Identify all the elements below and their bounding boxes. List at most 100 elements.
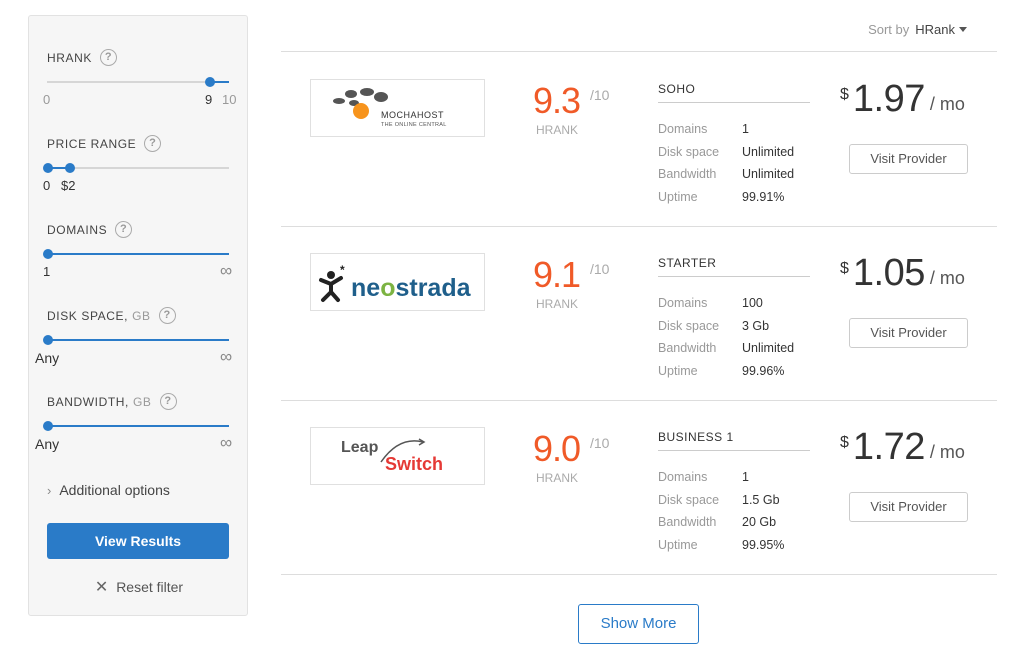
price-amount: 1.97 bbox=[852, 78, 925, 120]
plan-name: STARTER bbox=[658, 256, 810, 277]
hrank-min-label: 0 bbox=[43, 92, 51, 107]
filter-hrank: HRANK ? 0 9 10 bbox=[29, 49, 249, 129]
leapswitch-logo-word2: Switch bbox=[385, 454, 443, 474]
hrank-slider[interactable] bbox=[47, 77, 229, 87]
provider-row: MOCHAHOST THE ONLINE CENTRAL 9.3 /10 HRA… bbox=[281, 52, 997, 226]
leapswitch-logo-icon: Leap Switch bbox=[341, 438, 443, 474]
price-slider[interactable] bbox=[43, 163, 229, 173]
spec-label-domains: Domains bbox=[658, 122, 708, 136]
reset-filter-label: Reset filter bbox=[116, 579, 184, 595]
provider-logo-mochahost[interactable]: MOCHAHOST THE ONLINE CENTRAL bbox=[310, 79, 485, 137]
view-results-button[interactable]: View Results bbox=[47, 523, 229, 559]
price: $ 1.72 / mo bbox=[840, 426, 965, 469]
bandwidth-slider[interactable] bbox=[43, 421, 229, 431]
neostrada-logo-text: neostrada bbox=[351, 274, 472, 302]
close-icon: ✕ bbox=[94, 579, 109, 596]
price-currency: $ bbox=[840, 86, 849, 103]
spec-value-bandwidth: 20 Gb bbox=[742, 515, 777, 529]
hrank-score: 9.3 bbox=[533, 80, 581, 121]
hrank-slider-handle[interactable] bbox=[205, 77, 215, 87]
filter-price-label: PRICE RANGE bbox=[47, 136, 137, 151]
filter-bandwidth: BANDWIDTH, GB ? Any ∞ bbox=[29, 393, 249, 473]
price-period: / mo bbox=[929, 268, 965, 288]
price-currency: $ bbox=[840, 434, 849, 451]
filter-hrank-title: HRANK ? bbox=[47, 49, 118, 66]
visit-provider-button[interactable]: Visit Provider bbox=[849, 144, 968, 174]
filter-price-range: PRICE RANGE ? 0 $2 bbox=[29, 135, 249, 215]
spec-label-bandwidth: Bandwidth bbox=[658, 515, 717, 529]
visit-provider-button[interactable]: Visit Provider bbox=[849, 492, 968, 522]
help-icon[interactable]: ? bbox=[158, 307, 176, 324]
disk-space-slider[interactable] bbox=[43, 335, 229, 345]
show-more-button[interactable]: Show More bbox=[578, 604, 699, 644]
domains-slider-fill bbox=[47, 253, 229, 255]
spec-value-domains: 1 bbox=[742, 122, 749, 136]
sort-dropdown[interactable]: Sort by HRank bbox=[868, 22, 967, 37]
reset-filter-link[interactable]: ✕ Reset filter bbox=[29, 577, 249, 597]
domains-slider-handle[interactable] bbox=[43, 249, 53, 259]
bandwidth-slider-handle[interactable] bbox=[43, 421, 53, 431]
plan-name: SOHO bbox=[658, 82, 810, 103]
spec-value-disk-space: 1.5 Gb bbox=[742, 493, 780, 507]
price-amount: 1.72 bbox=[852, 426, 925, 468]
spec-label-bandwidth: Bandwidth bbox=[658, 167, 717, 181]
help-icon[interactable]: ? bbox=[115, 221, 133, 238]
price-slider-low-handle[interactable] bbox=[43, 163, 53, 173]
sort-label: Sort by bbox=[868, 22, 910, 37]
filter-domains-label: DOMAINS bbox=[47, 222, 108, 237]
bandwidth-slider-fill bbox=[47, 425, 229, 427]
price-high-label: $2 bbox=[61, 178, 76, 193]
infinity-icon: ∞ bbox=[220, 347, 233, 366]
domains-value-label: 1 bbox=[43, 264, 51, 279]
additional-options-toggle[interactable]: › Additional options bbox=[47, 482, 170, 498]
hrank-score: 9.0 bbox=[533, 428, 581, 469]
bandwidth-value-label: Any bbox=[35, 436, 60, 452]
spec-value-bandwidth: Unlimited bbox=[742, 167, 795, 181]
visit-provider-button[interactable]: Visit Provider bbox=[849, 318, 968, 348]
filter-disk-title: DISK SPACE, GB ? bbox=[47, 307, 176, 324]
hrank-max: /10 bbox=[590, 87, 610, 103]
filter-hrank-label: HRANK bbox=[47, 50, 93, 65]
help-icon[interactable]: ? bbox=[144, 135, 162, 152]
provider-row: Leap Switch 9.0 /10 HRANK BUSINESS 1 Dom… bbox=[281, 400, 997, 574]
filter-disk-unit: GB bbox=[132, 308, 151, 323]
price: $ 1.97 / mo bbox=[840, 78, 965, 121]
spec-value-domains: 100 bbox=[742, 296, 763, 310]
hrank-max-label: 10 bbox=[222, 92, 237, 107]
provider-row: * neostrada 9.1 /10 HRANK STARTER Domain… bbox=[281, 226, 997, 400]
spec-label-disk-space: Disk space bbox=[658, 145, 720, 159]
filter-disk-space: DISK SPACE, GB ? Any ∞ bbox=[29, 307, 249, 387]
provider-logo-neostrada[interactable]: * neostrada bbox=[310, 253, 485, 311]
hrank-score: 9.1 bbox=[533, 254, 581, 295]
spec-label-domains: Domains bbox=[658, 296, 708, 310]
spec-label-disk-space: Disk space bbox=[658, 493, 720, 507]
additional-options-label: Additional options bbox=[59, 482, 170, 498]
filter-bandwidth-title: BANDWIDTH, GB ? bbox=[47, 393, 177, 410]
hrank-label: HRANK bbox=[536, 471, 579, 485]
neostrada-logo-icon: * neostrada bbox=[319, 263, 472, 302]
mochahost-logo-tagline: THE ONLINE CENTRAL bbox=[381, 122, 447, 128]
help-icon[interactable]: ? bbox=[159, 393, 177, 410]
spec-value-disk-space: 3 Gb bbox=[742, 319, 770, 333]
leapswitch-logo-word1: Leap bbox=[341, 439, 379, 456]
domains-slider[interactable] bbox=[43, 249, 229, 259]
disk-space-slider-handle[interactable] bbox=[43, 335, 53, 345]
disk-space-value-label: Any bbox=[35, 350, 60, 366]
help-icon[interactable]: ? bbox=[100, 49, 118, 66]
hrank-label: HRANK bbox=[536, 297, 579, 311]
provider-logo-leapswitch[interactable]: Leap Switch bbox=[310, 427, 485, 485]
spec-value-uptime: 99.96% bbox=[742, 364, 785, 378]
price: $ 1.05 / mo bbox=[840, 252, 965, 295]
hrank-max: /10 bbox=[590, 261, 610, 277]
spec-label-uptime: Uptime bbox=[658, 538, 698, 552]
spec-value-disk-space: Unlimited bbox=[742, 145, 795, 159]
price-slider-high-handle[interactable] bbox=[65, 163, 75, 173]
infinity-icon: ∞ bbox=[220, 433, 233, 452]
hrank-label: HRANK bbox=[536, 123, 579, 137]
infinity-icon: ∞ bbox=[220, 261, 233, 280]
spec-value-uptime: 99.95% bbox=[742, 538, 785, 552]
filter-bandwidth-label: BANDWIDTH, bbox=[47, 394, 129, 409]
filter-price-title: PRICE RANGE ? bbox=[47, 135, 162, 152]
spec-label-uptime: Uptime bbox=[658, 364, 698, 378]
spec-label-domains: Domains bbox=[658, 470, 708, 484]
